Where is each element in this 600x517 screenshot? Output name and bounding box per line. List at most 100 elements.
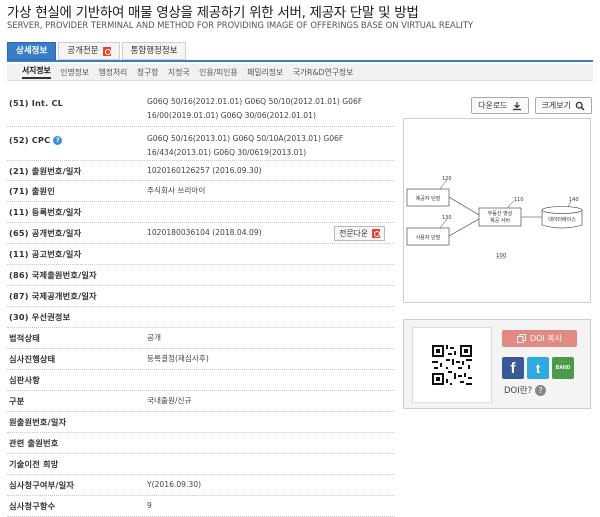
table-row: (51) Int. CL G06Q 50/16(2012.01.01) G06Q… xyxy=(7,90,395,127)
subtab-family[interactable]: 패밀리정보 xyxy=(247,67,283,78)
fulltext-download-button[interactable]: 전문다운 xyxy=(334,226,385,241)
row-value: 국내출원/신규 xyxy=(147,396,192,405)
server-label-line2: 제공 서버 xyxy=(490,217,510,224)
row-label: 법적상태 xyxy=(9,333,40,343)
tab-admin-info[interactable]: 통합행정정보 xyxy=(121,42,187,60)
table-row: 법적상태 공개 xyxy=(7,328,395,349)
table-row: (21) 출원번호/일자 1020160126257 (2016.09.30) xyxy=(7,161,395,181)
representative-drawing[interactable]: 120 제공자 단말 130 사용자 단말 110 부동산 영상 제공 서버 1… xyxy=(403,118,591,303)
row-label: 구분 xyxy=(9,396,25,406)
row-value: 1020160126257 (2016.09.30) xyxy=(147,166,262,175)
row-value xyxy=(147,370,395,390)
page-title: 가상 현실에 기반하여 매물 영상을 제공하기 위한 서버, 제공자 단말 및 … xyxy=(7,5,419,21)
help-icon[interactable]: ? xyxy=(53,135,63,145)
tab-label: 상세정보 xyxy=(16,46,48,56)
row-value: G06Q 50/16(2013.01) G06Q 50/10A(2013.01)… xyxy=(147,127,395,160)
row-label: (71) 출원인 xyxy=(9,186,55,196)
share-buttons: f t BAND xyxy=(502,357,574,379)
row-value: 등록결정(재심사후) xyxy=(147,354,209,363)
subtab-citations[interactable]: 인용/피인용 xyxy=(199,67,238,78)
table-row: 심판사항 xyxy=(7,370,395,391)
row-value: 주식회사 쓰리아이 xyxy=(147,186,206,195)
row-label: 심사청구여부/일자 xyxy=(9,480,75,490)
row-label: (11) 공고번호/일자 xyxy=(9,249,82,259)
facebook-icon[interactable]: f xyxy=(502,357,524,379)
row-value: G06Q 50/16(2012.01.01) G06Q 50/10(2012.0… xyxy=(147,90,395,126)
table-row: (11) 등록번호/일자 xyxy=(7,202,395,223)
main-tabs: 상세정보 공개전문 통합행정정보 xyxy=(7,42,188,60)
value-line: 16/00(2019.01.01) G06Q 30/06(2012.01.01) xyxy=(147,111,316,120)
value-line: 16/434(2013.01) G06Q 30/0619(2013.01) xyxy=(147,148,307,157)
row-value xyxy=(147,244,395,264)
row-value: Y(2016.09.30) xyxy=(147,480,202,489)
tab-label: 통합행정정보 xyxy=(130,46,178,56)
table-row: 관련 출원번호 xyxy=(7,433,395,454)
qr-code-image xyxy=(430,343,474,387)
database-label: 데이터베이스 xyxy=(548,216,576,223)
table-row: 원출원번호/일자 xyxy=(7,412,395,433)
ref-120: 120 xyxy=(442,176,452,182)
pdf-icon xyxy=(372,229,380,238)
tab-public-fulltext[interactable]: 공개전문 xyxy=(58,42,120,60)
table-row: 심사청구여부/일자 Y(2016.09.30) xyxy=(7,475,395,496)
value-line: G06Q 50/16(2012.01.01) G06Q 50/10(2012.0… xyxy=(147,97,363,106)
table-row: (71) 출원인 주식회사 쓰리아이 xyxy=(7,181,395,202)
doi-copy-button[interactable]: DOI 복사 xyxy=(502,330,577,347)
subtab-person[interactable]: 인명정보 xyxy=(60,67,89,78)
tab-details[interactable]: 상세정보 xyxy=(7,42,57,60)
table-row: (52) CPC? G06Q 50/16(2013.01) G06Q 50/10… xyxy=(7,127,395,161)
download-icon xyxy=(512,101,521,110)
subtab-admin[interactable]: 행정처리 xyxy=(99,67,128,78)
ref-130: 130 xyxy=(442,215,452,221)
twitter-icon[interactable]: t xyxy=(527,357,549,379)
row-label: 심사청구항수 xyxy=(9,501,56,511)
row-label-text: (52) CPC xyxy=(9,135,51,145)
band-icon[interactable]: BAND xyxy=(552,357,574,379)
doi-panel: DOI 복사 f t BAND DOI란?? xyxy=(403,319,591,409)
row-value xyxy=(147,307,395,327)
download-button[interactable]: 다운로드 xyxy=(471,97,529,114)
row-label: 심판사항 xyxy=(9,375,40,385)
provider-terminal-label: 제공자 단말 xyxy=(416,195,441,202)
table-row: (30) 우선권정보 xyxy=(7,307,395,328)
row-label: (21) 출원번호/일자 xyxy=(9,166,82,176)
row-value xyxy=(147,265,395,285)
row-label: (87) 국제공개번호/일자 xyxy=(9,291,97,301)
subtab-claims[interactable]: 청구항 xyxy=(137,67,159,78)
subtab-national-rnd[interactable]: 국가R&D연구정보 xyxy=(293,67,354,78)
subtab-bibliography[interactable]: 서지정보 xyxy=(22,65,51,79)
button-label: 크게보기 xyxy=(541,101,571,110)
table-row: (86) 국제출원번호/일자 xyxy=(7,265,395,286)
magnifier-icon xyxy=(575,101,585,111)
row-label: 심사진행상태 xyxy=(9,354,56,364)
row-label: (51) Int. CL xyxy=(9,98,64,108)
question-icon: ? xyxy=(535,384,547,396)
row-label: 원출원번호/일자 xyxy=(9,417,67,427)
system-diagram: 120 제공자 단말 130 사용자 단말 110 부동산 영상 제공 서버 1… xyxy=(406,176,583,259)
row-value xyxy=(147,412,395,432)
row-value: 공개 xyxy=(147,333,161,342)
row-value xyxy=(147,286,395,306)
sub-tabs: 서지정보 인명정보 행정처리 청구항 지정국 인용/피인용 패밀리정보 국가R&… xyxy=(7,64,593,81)
bibliography-table: (51) Int. CL G06Q 50/16(2012.01.01) G06Q… xyxy=(7,90,395,517)
doi-help-label: DOI란? xyxy=(504,386,533,396)
doi-help[interactable]: DOI란?? xyxy=(504,384,547,396)
row-value xyxy=(147,433,395,453)
tab-divider xyxy=(7,60,593,62)
row-label: (11) 등록번호/일자 xyxy=(9,207,82,217)
ref-110: 110 xyxy=(514,197,524,203)
page-subtitle: SERVER, PROVIDER TERMINAL AND METHOD FOR… xyxy=(7,20,474,30)
zoom-button[interactable]: 크게보기 xyxy=(534,97,592,114)
user-terminal-label: 사용자 단말 xyxy=(416,234,441,241)
row-label: (65) 공개번호/일자 xyxy=(9,228,82,238)
subtab-designated-states[interactable]: 지정국 xyxy=(168,67,190,78)
table-row: 심사진행상태 등록결정(재심사후) xyxy=(7,349,395,370)
copy-icon xyxy=(517,334,526,343)
row-label: (86) 국제출원번호/일자 xyxy=(9,270,97,280)
table-row: (11) 공고번호/일자 xyxy=(7,244,395,265)
row-value xyxy=(147,454,395,474)
tab-label: 공개전문 xyxy=(67,46,99,56)
row-label: 관련 출원번호 xyxy=(9,438,59,448)
table-row: 심사청구항수 9 xyxy=(7,496,395,517)
row-label: (52) CPC? xyxy=(7,127,147,160)
